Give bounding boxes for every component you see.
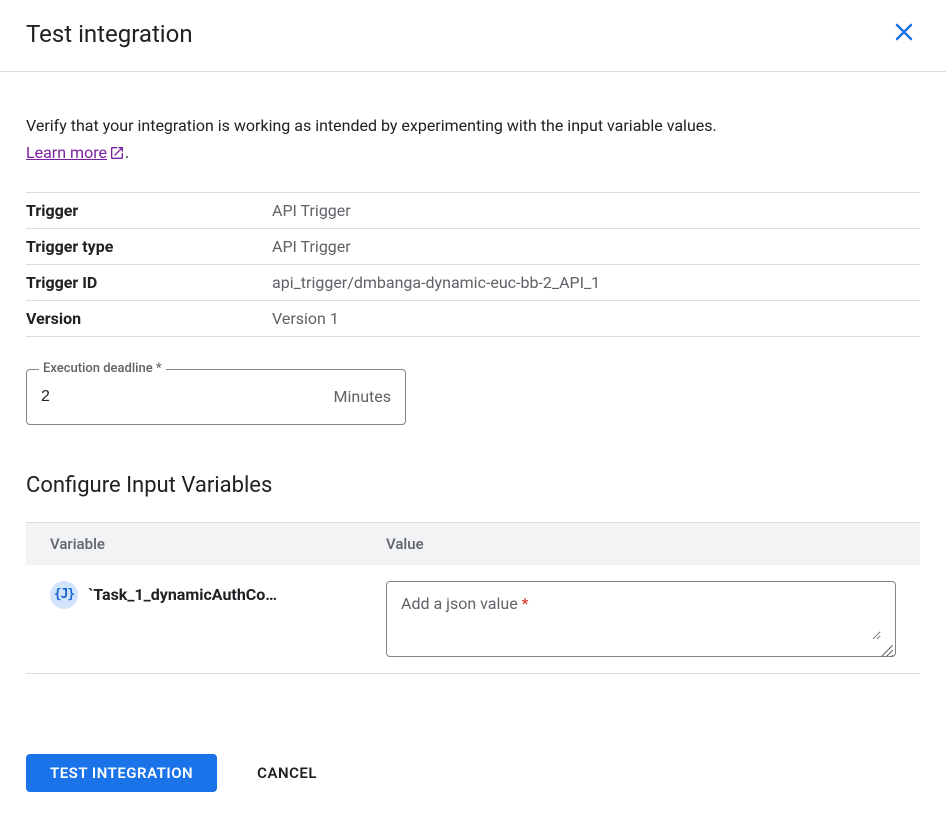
version-value: Version 1: [272, 300, 920, 336]
execution-deadline-label: Execution deadline *: [39, 361, 166, 376]
test-integration-button[interactable]: TEST INTEGRATION: [26, 754, 217, 792]
variable-column-header: Variable: [26, 535, 386, 553]
dialog-actions: TEST INTEGRATION CANCEL: [26, 754, 920, 818]
table-row: Trigger type API Trigger: [26, 228, 920, 264]
json-value-input[interactable]: [401, 594, 881, 640]
table-row: Version Version 1: [26, 300, 920, 336]
dialog-header: Test integration: [0, 0, 946, 72]
table-row: Trigger ID api_trigger/dmbanga-dynamic-e…: [26, 264, 920, 300]
configure-input-variables-title: Configure Input Variables: [26, 473, 920, 498]
trigger-details-table: Trigger API Trigger Trigger type API Tri…: [26, 192, 920, 337]
trigger-id-value: api_trigger/dmbanga-dynamic-euc-bb-2_API…: [272, 264, 920, 300]
trigger-label: Trigger: [26, 192, 272, 228]
close-button[interactable]: [888, 16, 920, 51]
trigger-type-value: API Trigger: [272, 228, 920, 264]
resize-handle-icon: [881, 642, 893, 654]
learn-more-link[interactable]: Learn more: [26, 143, 125, 162]
description-text: Verify that your integration is working …: [26, 112, 746, 168]
execution-deadline-field: Execution deadline * Minutes: [26, 369, 406, 425]
variables-table: Variable Value {J} `Task_1_dynamicAuthCo…: [26, 522, 920, 674]
trigger-value: API Trigger: [272, 192, 920, 228]
trigger-type-label: Trigger type: [26, 228, 272, 264]
version-label: Version: [26, 300, 272, 336]
value-column-header: Value: [386, 535, 920, 553]
execution-deadline-input[interactable]: [27, 388, 334, 406]
description-prefix: Verify that your integration is working …: [26, 116, 717, 135]
dialog-content: Verify that your integration is working …: [0, 72, 946, 818]
table-row: Trigger API Trigger: [26, 192, 920, 228]
variables-header: Variable Value: [26, 523, 920, 565]
external-link-icon: [109, 140, 125, 167]
close-icon: [892, 20, 916, 47]
variable-row: {J} `Task_1_dynamicAuthCo… Add a json va…: [26, 565, 920, 673]
description-suffix: .: [125, 143, 129, 162]
json-type-icon: {J}: [50, 581, 78, 609]
execution-deadline-suffix: Minutes: [334, 387, 406, 406]
learn-more-label: Learn more: [26, 143, 107, 162]
dialog-title: Test integration: [26, 20, 193, 48]
cancel-button[interactable]: CANCEL: [249, 754, 325, 792]
json-value-field: Add a json value *: [386, 581, 896, 657]
trigger-id-label: Trigger ID: [26, 264, 272, 300]
variable-name: `Task_1_dynamicAuthCo…: [88, 585, 277, 604]
